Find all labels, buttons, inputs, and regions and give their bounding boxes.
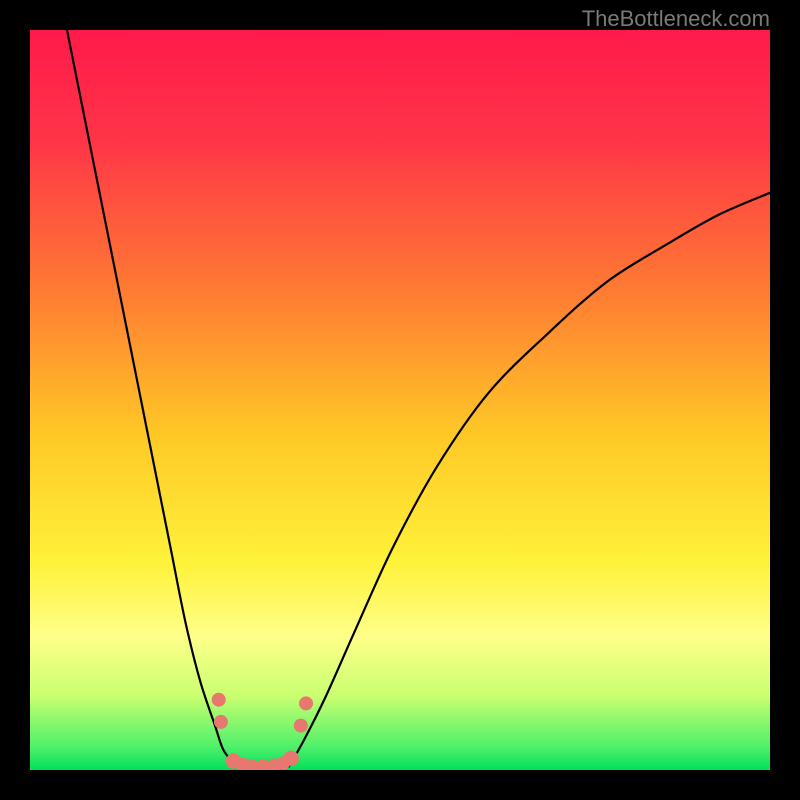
watermark-text: TheBottleneck.com	[582, 6, 770, 32]
chart-canvas	[30, 30, 770, 770]
floor-dot	[299, 696, 313, 710]
floor-dot	[294, 719, 308, 733]
floor-dot	[214, 715, 228, 729]
floor-dot	[284, 750, 299, 765]
plot-area	[30, 30, 770, 770]
chart-frame: TheBottleneck.com	[0, 0, 800, 800]
floor-dot	[212, 693, 226, 707]
